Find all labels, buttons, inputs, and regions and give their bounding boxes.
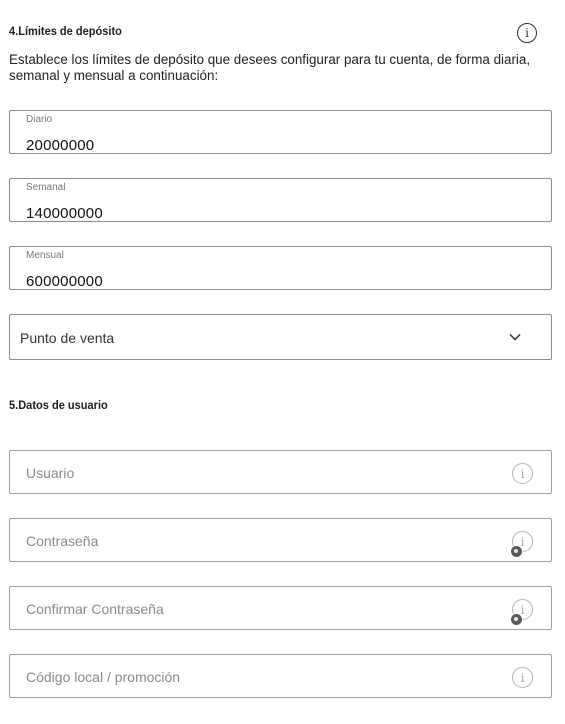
weekly-limit-field[interactable]: Semanal 140000000 (9, 178, 552, 222)
monthly-limit-field[interactable]: Mensual 600000000 (9, 246, 552, 290)
info-icon[interactable]: i (512, 667, 533, 688)
info-icon[interactable]: i (512, 463, 533, 484)
point-of-sale-select[interactable]: Punto de venta (9, 314, 552, 360)
password-placeholder: Contraseña (26, 533, 99, 549)
password-field[interactable]: Contraseña i (9, 518, 552, 562)
chevron-down-icon[interactable] (509, 331, 521, 343)
confirm-password-field[interactable]: Confirmar Contraseña i (9, 586, 552, 630)
username-placeholder: Usuario (26, 465, 75, 481)
deposit-limits-description: Establece los límites de depósito que de… (9, 52, 531, 83)
daily-limit-label: Diario (26, 114, 53, 125)
user-data-title: 5.Datos de usuario (9, 398, 108, 412)
promo-code-placeholder: Código local / promoción (26, 669, 181, 685)
daily-limit-value[interactable]: 20000000 (26, 137, 94, 154)
daily-limit-field[interactable]: Diario 20000000 (9, 110, 552, 154)
monthly-limit-label: Mensual (26, 250, 64, 261)
lock-icon (510, 545, 523, 558)
promo-code-field[interactable]: Código local / promoción i (9, 654, 552, 698)
lock-icon (510, 613, 523, 626)
confirm-password-placeholder: Confirmar Contraseña (26, 601, 164, 617)
deposit-limits-title: 4.Límites de depósito (9, 24, 122, 38)
weekly-limit-label: Semanal (26, 182, 66, 193)
weekly-limit-value[interactable]: 140000000 (26, 205, 103, 222)
monthly-limit-value[interactable]: 600000000 (26, 273, 103, 290)
info-icon[interactable]: i (517, 23, 537, 43)
point-of-sale-value: Punto de venta (20, 330, 115, 346)
username-field[interactable]: Usuario i (9, 450, 552, 494)
